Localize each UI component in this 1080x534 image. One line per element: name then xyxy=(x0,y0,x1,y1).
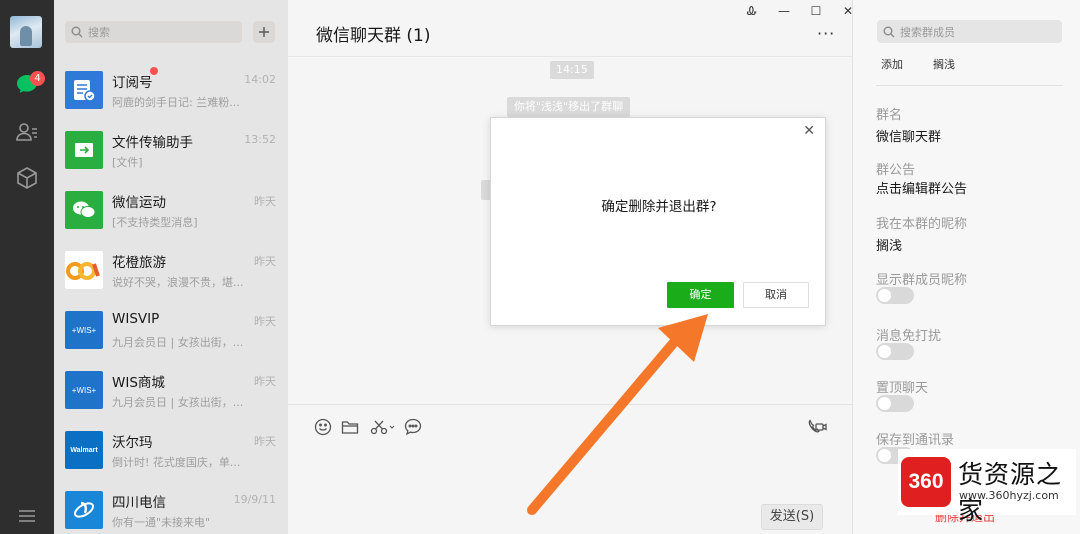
search-icon xyxy=(71,26,83,38)
maximize-button[interactable]: ☐ xyxy=(800,2,832,20)
file-transfer-avatar xyxy=(65,131,103,169)
mute-label: 消息免打扰 xyxy=(876,329,942,344)
chat-bubble-icon[interactable] xyxy=(402,416,424,438)
more-options-button[interactable]: ··· xyxy=(817,24,835,43)
contacts-icon[interactable] xyxy=(13,118,41,146)
list-item[interactable]: +WIS+ WISVIP 昨天 九月会员日 | 女孩出街，... xyxy=(54,300,288,360)
chat-name: 沃尔玛 xyxy=(112,435,153,451)
message-timestamp: 14:15 xyxy=(550,61,594,79)
save-contacts-label: 保存到通讯录 xyxy=(876,433,955,448)
pin-chat-toggle[interactable] xyxy=(876,395,914,412)
menu-icon[interactable] xyxy=(13,502,41,530)
chat-name: 四川电信 xyxy=(112,495,166,511)
chat-preview: 阿鹿的剑手日记: 兰难粉... xyxy=(112,96,240,109)
sidebar-rail: 4 xyxy=(0,0,54,534)
add-member-button[interactable]: 添加 xyxy=(881,56,903,72)
watermark: 360 货资源之家 www.360hyzj.com xyxy=(898,449,1076,525)
chat-time: 昨天 xyxy=(254,315,276,328)
show-nickname-label: 显示群成员昵称 xyxy=(876,273,968,288)
chat-time: 昨天 xyxy=(254,435,276,448)
search-placeholder: 搜索 xyxy=(88,26,110,39)
chat-name: 订阅号 xyxy=(112,75,153,91)
plus-icon xyxy=(259,27,269,37)
pin-chat-label: 置顶聊天 xyxy=(876,381,929,396)
list-item[interactable]: 微信运动 昨天 [不支持类型消息] xyxy=(54,180,288,240)
chat-name: 花橙旅游 xyxy=(112,255,166,271)
window-controls: Ꮂ — ☐ ✕ xyxy=(736,2,864,20)
add-chat-button[interactable] xyxy=(253,21,275,43)
chat-name: 文件传输助手 xyxy=(112,135,193,151)
search-input[interactable]: 搜索 xyxy=(65,21,242,43)
confirm-button[interactable]: 确定 xyxy=(667,282,734,308)
chat-time: 昨天 xyxy=(254,375,276,388)
chat-preview: [文件] xyxy=(112,156,143,169)
user-avatar[interactable] xyxy=(10,16,42,48)
header-divider xyxy=(288,56,852,57)
emoji-icon[interactable] xyxy=(312,416,334,438)
list-item[interactable]: Walmart 沃尔玛 昨天 倒计时! 花式度国庆，单... xyxy=(54,420,288,480)
unread-dot xyxy=(150,67,158,75)
wis-mall-avatar: +WIS+ xyxy=(65,371,103,409)
chat-time: 14:02 xyxy=(244,73,276,86)
list-item[interactable]: 花橙旅游 昨天 说好不哭，浪漫不贵，堪... xyxy=(54,240,288,300)
minimize-button[interactable]: — xyxy=(768,2,800,20)
list-item[interactable]: +WIS+ WIS商城 昨天 九月会员日 | 女孩出街，... xyxy=(54,360,288,420)
chat-time: 13:52 xyxy=(244,133,276,146)
list-item[interactable]: 订阅号 14:02 阿鹿的剑手日记: 兰难粉... xyxy=(54,60,288,120)
chat-preview: [不支持类型消息] xyxy=(112,216,198,229)
video-call-icon[interactable] xyxy=(806,416,828,438)
chat-name: WISVIP xyxy=(112,311,160,327)
panel-divider xyxy=(876,85,1063,86)
show-nickname-toggle[interactable] xyxy=(876,287,914,304)
subscription-avatar xyxy=(65,71,103,109)
member-search-input[interactable]: 搜索群成员 xyxy=(877,20,1062,43)
pin-window-button[interactable]: Ꮂ xyxy=(736,2,768,20)
send-button[interactable]: 发送(S) xyxy=(761,504,823,530)
search-icon xyxy=(883,26,895,37)
group-notice-label: 群公告 xyxy=(876,163,916,178)
chat-name: WIS商城 xyxy=(112,375,165,391)
wechat-sports-avatar xyxy=(65,191,103,229)
scissors-icon[interactable] xyxy=(368,416,398,438)
list-item[interactable]: 文件传输助手 13:52 [文件] xyxy=(54,120,288,180)
chat-preview: 说好不哭，浪漫不贵，堪... xyxy=(112,276,244,289)
group-name-label: 群名 xyxy=(876,108,903,123)
dialog-message: 确定删除并退出群? xyxy=(601,199,717,215)
chat-preview: 九月会员日 | 女孩出街，... xyxy=(112,396,244,409)
chat-preview: 九月会员日 | 女孩出街，... xyxy=(112,336,244,349)
watermark-url: www.360hyzj.com xyxy=(959,489,1059,502)
unread-badge: 4 xyxy=(30,71,45,86)
watermark-logo: 360 xyxy=(901,457,951,507)
chat-name: 微信运动 xyxy=(112,195,166,211)
member-search-placeholder: 搜索群成员 xyxy=(900,25,955,39)
my-nickname-value[interactable]: 搁浅 xyxy=(876,235,902,254)
mute-toggle[interactable] xyxy=(876,343,914,360)
cancel-button[interactable]: 取消 xyxy=(743,282,809,308)
system-message: 你将"浅浅"移出了群聊 xyxy=(507,97,631,117)
confirm-dialog: ✕ 确定删除并退出群? 确定 取消 xyxy=(490,117,826,326)
folder-icon[interactable] xyxy=(339,416,361,438)
chat-time: 昨天 xyxy=(254,195,276,208)
member-name[interactable]: 搁浅 xyxy=(933,56,955,72)
chat-list: 搜索 订阅号 14:02 阿鹿的剑手日记: 兰难粉... 文件传输助手 13:5… xyxy=(54,0,288,534)
chat-title: 微信聊天群 (1) xyxy=(316,26,431,46)
chat-preview: 你有一通"未接来电" xyxy=(112,516,211,529)
dialog-close-icon[interactable]: ✕ xyxy=(803,123,815,139)
chat-time: 19/9/11 xyxy=(233,493,276,506)
chat-time: 昨天 xyxy=(254,255,276,268)
telecom-avatar xyxy=(65,491,103,529)
list-item[interactable]: 四川电信 19/9/11 你有一通"未接来电" xyxy=(54,480,288,534)
input-divider xyxy=(288,404,852,405)
wis-avatar: +WIS+ xyxy=(65,311,103,349)
chat-preview: 倒计时! 花式度国庆，单... xyxy=(112,456,241,469)
huacheng-logo-avatar xyxy=(65,251,103,289)
group-name-value[interactable]: 微信聊天群 xyxy=(876,126,941,145)
my-nickname-label: 我在本群的昵称 xyxy=(876,217,968,232)
favorites-icon[interactable] xyxy=(13,164,41,192)
group-notice-value[interactable]: 点击编辑群公告 xyxy=(876,178,967,197)
walmart-avatar: Walmart xyxy=(65,431,103,469)
